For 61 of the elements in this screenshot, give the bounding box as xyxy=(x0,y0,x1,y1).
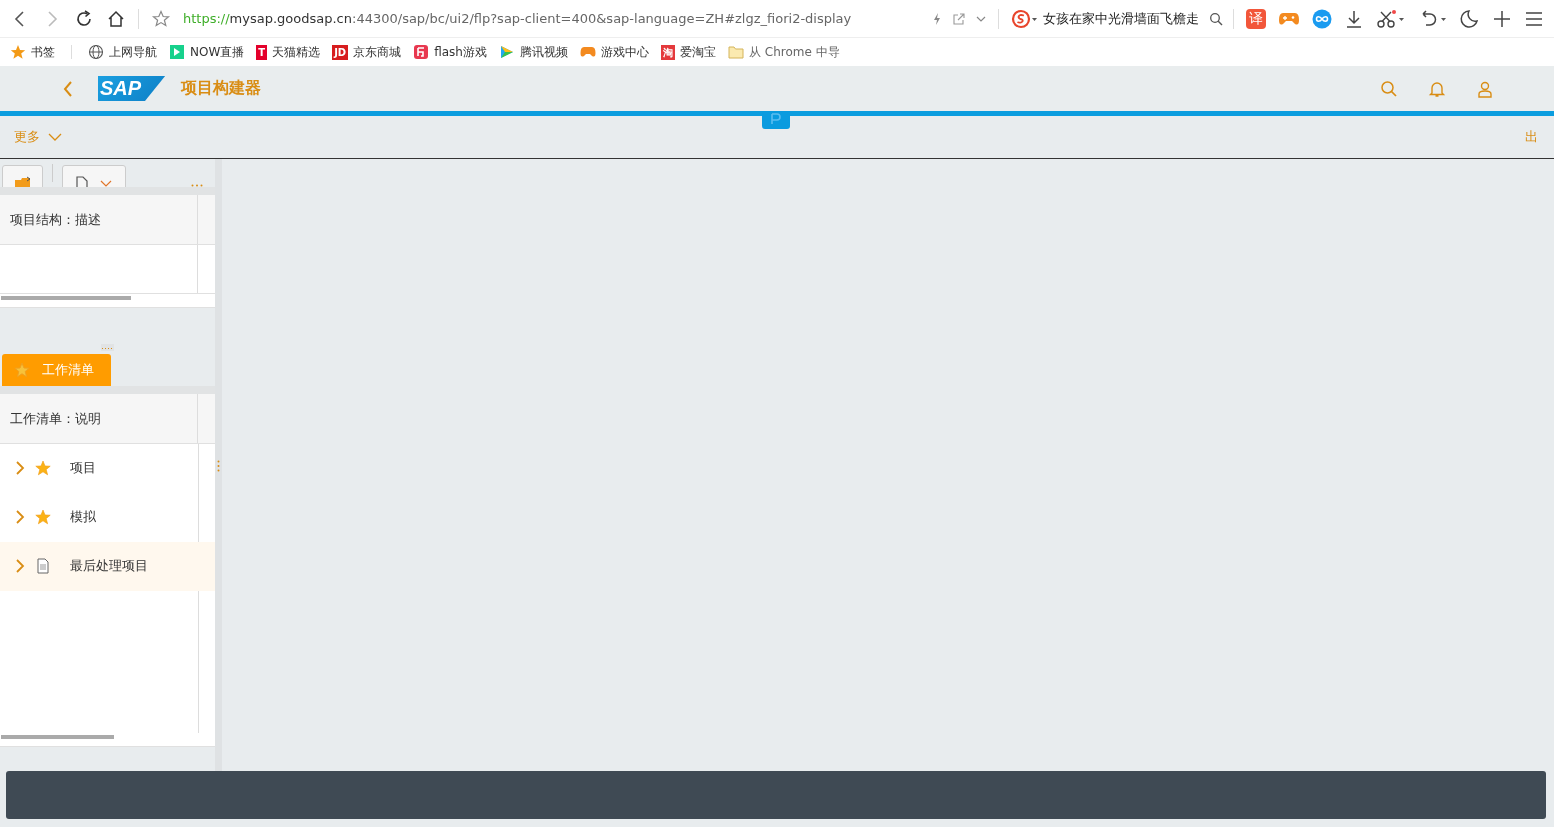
star-icon xyxy=(14,362,30,378)
infinity-icon[interactable] xyxy=(1312,8,1332,29)
logo-icon: JD xyxy=(332,44,349,60)
moon-icon[interactable] xyxy=(1460,8,1480,29)
globe-icon xyxy=(88,44,104,60)
expand-icon[interactable] xyxy=(15,460,25,476)
search-field[interactable]: 女孩在家中光滑墙面飞檐走 xyxy=(1043,9,1199,28)
star-icon xyxy=(35,509,51,525)
gamepad-icon xyxy=(579,44,596,60)
chevron-down-icon xyxy=(99,180,113,187)
search-icon[interactable] xyxy=(1209,11,1223,26)
bookmark-link[interactable]: flash游戏 xyxy=(434,43,487,61)
app-title: 项目构建器 xyxy=(181,78,262,99)
plus-icon[interactable] xyxy=(1492,8,1512,29)
new-document-button[interactable] xyxy=(62,165,126,187)
share-icon[interactable] xyxy=(952,11,966,26)
document-icon xyxy=(35,558,51,574)
bookmark-link[interactable]: 从 Chrome 中导 xyxy=(748,43,840,61)
bookmark-link[interactable]: 上网导航 xyxy=(109,43,157,61)
folder-icon xyxy=(727,44,744,60)
logo-icon: T xyxy=(256,44,268,60)
logo-icon: 淘 xyxy=(660,44,675,60)
bell-icon[interactable] xyxy=(1428,79,1446,98)
address-bar[interactable]: https://mysap.goodsap.cn:44300/sap/bc/ui2/flp?sap-client=400&sap-language=ZH#zlgz_fiori2-display xyxy=(183,11,852,26)
star-icon xyxy=(10,44,26,60)
home-icon[interactable] xyxy=(106,8,126,29)
row-label: 模拟 xyxy=(70,508,96,526)
folder-icon xyxy=(12,176,33,187)
tree-row[interactable]: 项目 xyxy=(0,444,215,493)
sap-logo: SAP xyxy=(98,76,166,101)
star-icon[interactable] xyxy=(151,8,171,29)
tree-row[interactable]: 模拟 xyxy=(0,493,215,542)
scrollbar-thumb[interactable] xyxy=(1,735,114,739)
bookmark-link[interactable]: 游戏中心 xyxy=(600,43,649,61)
scrollbar-thumb[interactable] xyxy=(1,296,131,300)
overflow-icon[interactable] xyxy=(191,184,203,187)
chevron-down-icon xyxy=(48,132,62,142)
play-icon xyxy=(169,44,185,60)
scissors-icon[interactable] xyxy=(1376,8,1406,29)
reload-icon[interactable] xyxy=(74,8,94,29)
user-icon[interactable] xyxy=(1476,79,1494,98)
bookmark-link[interactable]: 书签 xyxy=(31,43,55,61)
bookmark-link[interactable]: 爱淘宝 xyxy=(679,43,716,61)
expand-icon[interactable] xyxy=(15,558,25,574)
bookmark-link[interactable]: NOW直播 xyxy=(190,43,245,61)
document-icon xyxy=(75,176,89,187)
search-engine-icon[interactable] xyxy=(1011,8,1039,29)
row-label: 项目 xyxy=(70,459,96,477)
resize-grip-icon[interactable] xyxy=(217,460,220,472)
download-icon[interactable] xyxy=(1344,8,1364,29)
bookmark-link[interactable]: 腾讯视频 xyxy=(519,43,568,61)
bookmark-link[interactable]: 京东商城 xyxy=(353,43,402,61)
video-icon xyxy=(498,44,515,60)
expand-icon[interactable] xyxy=(15,509,25,525)
row-label: 最后处理项目 xyxy=(70,557,148,575)
tree-row[interactable]: 最后处理项目 xyxy=(0,542,215,591)
open-folder-button[interactable] xyxy=(2,165,43,187)
pin-tab-icon[interactable] xyxy=(762,111,790,129)
flash-icon xyxy=(413,44,430,60)
bookmark-link[interactable]: 天猫精选 xyxy=(272,43,321,61)
star-icon xyxy=(35,460,51,476)
